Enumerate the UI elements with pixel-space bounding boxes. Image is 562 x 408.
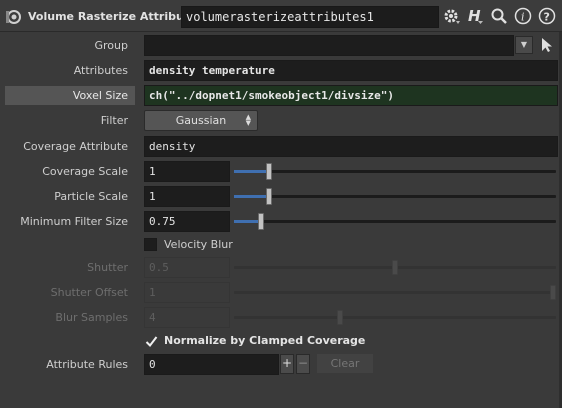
particle-scale-slider-handle[interactable]	[266, 188, 273, 205]
svg-text:H: H	[468, 7, 481, 25]
parameter-header: Volume Rasterize Attributes volumeraster…	[0, 0, 562, 32]
shutter-offset-label: Shutter Offset	[50, 286, 128, 299]
coverage-attribute-label: Coverage Attribute	[23, 140, 128, 153]
voxel-size-label: Voxel Size	[72, 89, 128, 102]
voxel-size-expression-field[interactable]: ch("../dopnet1/smokeobject1/divsize")	[144, 85, 558, 106]
group-field[interactable]	[144, 35, 514, 56]
filter-dropdown-value: Gaussian	[175, 114, 227, 127]
shutter-slider-handle[interactable]	[392, 260, 398, 275]
minimum-filter-size-label: Minimum Filter Size	[20, 215, 128, 228]
chevron-down-icon: ▼	[520, 40, 528, 49]
add-rule-button[interactable]: +	[280, 354, 294, 374]
clear-rules-button[interactable]: Clear	[316, 353, 374, 374]
particle-scale-slider[interactable]	[234, 188, 556, 205]
remove-rule-button[interactable]: −	[296, 354, 310, 374]
normalize-label: Normalize by Clamped Coverage	[164, 334, 366, 347]
svg-text:?: ?	[544, 11, 550, 24]
minimum-filter-size-slider-handle[interactable]	[258, 213, 265, 230]
normalize-checkbox[interactable]	[144, 334, 158, 348]
blur-samples-label: Blur Samples	[55, 311, 128, 324]
coverage-scale-slider[interactable]	[234, 163, 556, 180]
coverage-attribute-field[interactable]: density	[144, 136, 558, 157]
svg-text:i: i	[521, 11, 525, 24]
filter-dropdown[interactable]: Gaussian ▲ ▼	[144, 110, 258, 131]
shutter-offset-field[interactable]: 1	[144, 282, 230, 303]
attributes-field[interactable]: density temperature	[144, 60, 558, 81]
question-icon[interactable]: ?	[538, 7, 556, 25]
blur-samples-field[interactable]: 4	[144, 307, 230, 328]
coverage-scale-slider-handle[interactable]	[266, 163, 273, 180]
coverage-scale-label: Coverage Scale	[42, 165, 128, 178]
shutter-label: Shutter	[87, 261, 128, 274]
coverage-scale-field[interactable]: 1	[144, 161, 230, 182]
gear-icon[interactable]	[443, 7, 461, 25]
search-icon[interactable]	[490, 7, 508, 25]
attribute-rules-label: Attribute Rules	[46, 358, 128, 371]
minimum-filter-size-slider-fill	[234, 220, 262, 223]
minimum-filter-size-slider[interactable]	[234, 213, 556, 230]
shutter-slider[interactable]	[234, 260, 556, 275]
velocity-blur-checkbox[interactable]	[144, 238, 157, 251]
attribute-rules-count-field[interactable]: 0	[144, 354, 279, 375]
coverage-scale-slider-fill	[234, 170, 270, 173]
minimum-filter-size-field[interactable]: 0.75	[144, 211, 230, 232]
group-menu-button[interactable]: ▼	[515, 36, 533, 54]
particle-scale-slider-fill	[234, 195, 270, 198]
node-name-field[interactable]: volumerasterizeattributes1	[181, 6, 439, 28]
info-icon[interactable]: i	[514, 7, 532, 25]
attributes-label: Attributes	[73, 64, 128, 77]
group-label: Group	[94, 39, 129, 52]
shutter-field[interactable]: 0.5	[144, 257, 230, 278]
node-type-icon	[6, 10, 21, 24]
particle-scale-field[interactable]: 1	[144, 186, 230, 207]
checkmark-icon	[145, 336, 158, 348]
filter-label: Filter	[100, 114, 128, 127]
blur-samples-slider[interactable]	[234, 310, 556, 325]
help-h-icon[interactable]: H	[466, 7, 484, 25]
blur-samples-slider-handle[interactable]	[337, 310, 344, 325]
particle-scale-label: Particle Scale	[54, 190, 128, 203]
select-arrow-icon[interactable]	[540, 37, 554, 53]
shutter-offset-slider-handle[interactable]	[550, 285, 556, 300]
updown-arrows-icon: ▲ ▼	[245, 113, 251, 127]
velocity-blur-label: Velocity Blur	[164, 238, 233, 251]
node-type-label: Volume Rasterize Attributes	[28, 10, 204, 23]
shutter-offset-slider[interactable]	[234, 285, 556, 300]
